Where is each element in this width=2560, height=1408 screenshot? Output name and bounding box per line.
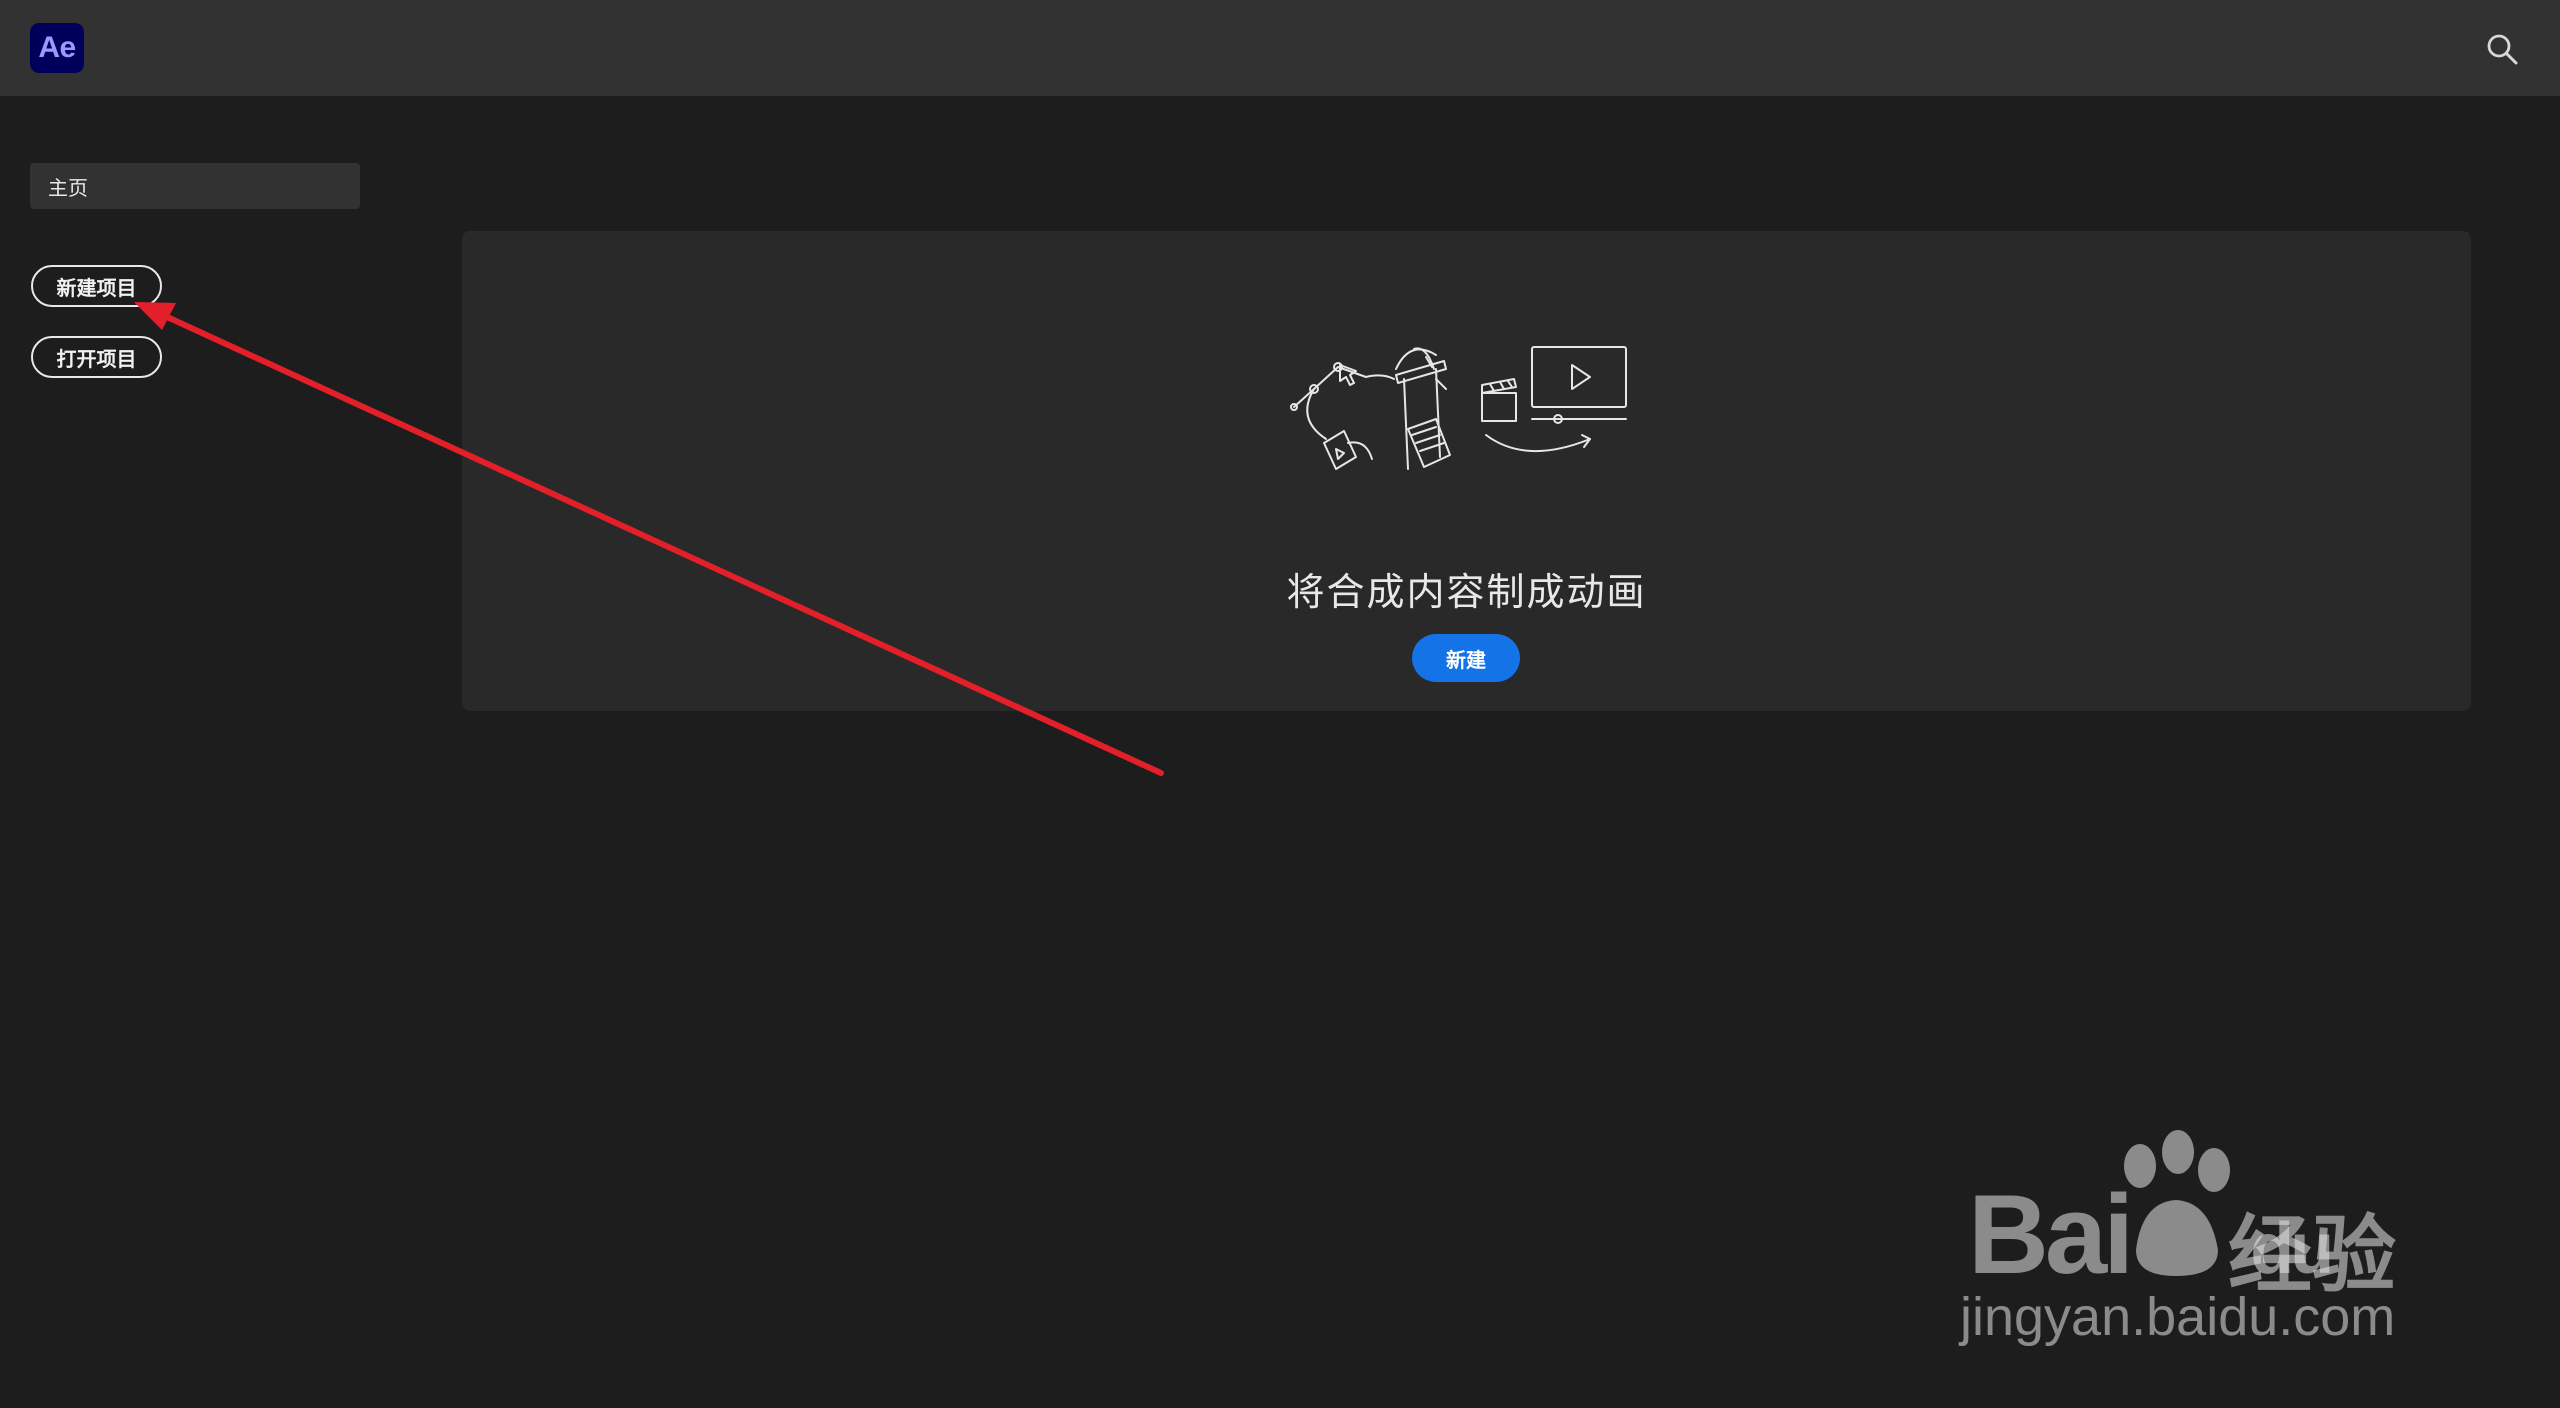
new-project-button[interactable]: 新建项目: [31, 265, 162, 307]
search-button[interactable]: [2484, 31, 2520, 67]
after-effects-logo: Ae: [30, 23, 84, 73]
new-project-label: 新建项目: [56, 275, 137, 300]
logo-text: Ae: [38, 31, 76, 64]
new-composition-button[interactable]: 新建: [1412, 634, 1520, 682]
search-icon: [2487, 34, 2518, 65]
watermark-brand-text: Bai: [1968, 1172, 2134, 1297]
sidebar-item-home[interactable]: 主页: [30, 163, 360, 209]
baidu-paw-icon: [2124, 1130, 2230, 1276]
watermark-cn: 经验: [2228, 1206, 2397, 1304]
sidebar-item-home-label: 主页: [48, 175, 88, 200]
baidu-jingyan-watermark: Bai du 经验 jingyan.baidu.com: [1960, 1130, 2430, 1360]
get-started-card: 将合成内容制成动画 新建: [462, 231, 2471, 711]
top-bar: Ae: [0, 0, 2560, 96]
watermark-brand-suffix: du: [2250, 1209, 2334, 1289]
animation-illustration-icon: [1290, 346, 1627, 470]
watermark-url: jingyan.baidu.com: [1960, 1287, 2396, 1347]
card-heading: 将合成内容制成动画: [1286, 570, 1647, 614]
app-window: Ae 主页 新建项目 打开项目 将合成内容制成动画 新建 Bai du 经验 j…: [0, 0, 2560, 1408]
open-project-button[interactable]: 打开项目: [31, 336, 162, 378]
watermark-brand: Bai du: [1968, 1170, 2334, 1299]
new-composition-label: 新建: [1446, 647, 1486, 672]
open-project-label: 打开项目: [56, 346, 137, 371]
